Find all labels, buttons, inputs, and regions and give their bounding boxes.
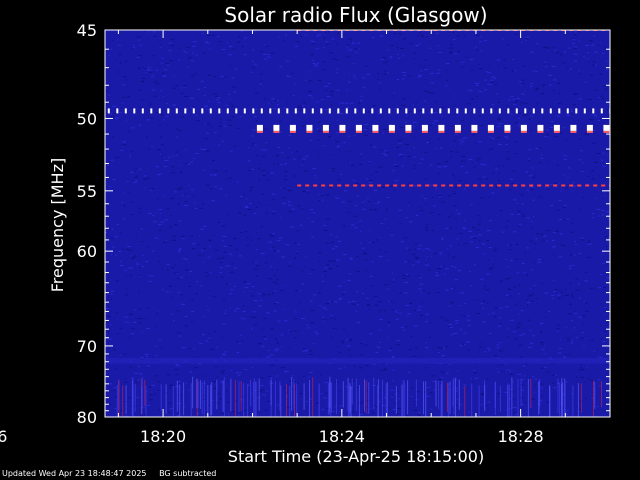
- updated-timestamp: Updated Wed Apr 23 18:48:47 2025: [2, 469, 147, 478]
- footer: Updated Wed Apr 23 18:48:47 2025 BG subt…: [2, 469, 226, 478]
- chart-title: Solar radio Flux (Glasgow): [224, 3, 487, 27]
- y-tick-label-0: 45: [77, 21, 97, 40]
- x-axis-label: Start Time (23-Apr-25 18:15:00): [228, 447, 484, 466]
- x-tick-label-0: 18:16: [0, 427, 7, 446]
- y-tick-label-3: 60: [77, 242, 97, 261]
- spectrogram-chart: Solar radio Flux (Glasgow) 455055607080 …: [0, 0, 640, 480]
- y-tick-label-2: 55: [77, 182, 97, 201]
- horizontal-band: [105, 357, 610, 364]
- bg-note: BG subtracted: [159, 469, 217, 478]
- y-tick-label-4: 70: [77, 337, 97, 356]
- y-axis-label: Frequency [MHz]: [48, 158, 67, 292]
- x-tick-label-3: 18:28: [498, 427, 544, 446]
- x-tick-label-1: 18:20: [140, 427, 186, 446]
- y-tick-label-1: 50: [77, 109, 97, 128]
- x-tick-label-2: 18:24: [319, 427, 365, 446]
- y-tick-label-5: 80: [77, 408, 97, 427]
